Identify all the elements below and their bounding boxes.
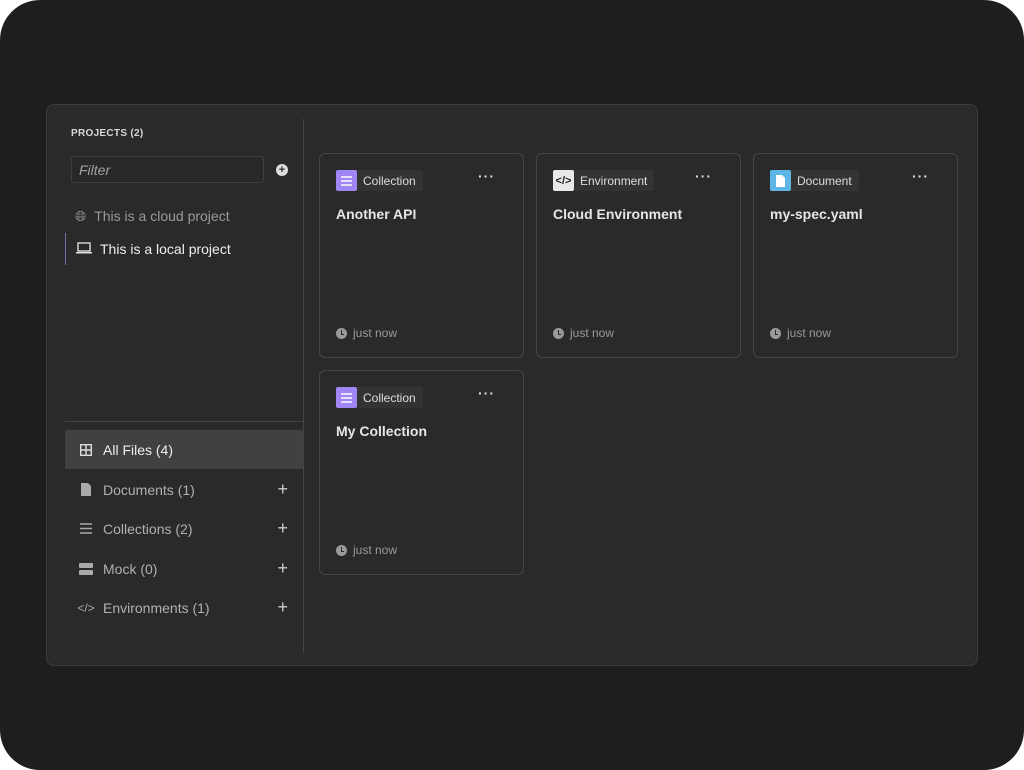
modified-time: just now [770,326,831,340]
nav-label: All Files (4) [103,441,174,458]
filter-input[interactable] [71,156,264,183]
clock-icon [770,327,781,339]
nav-mock[interactable]: Mock (0) + [65,549,304,588]
project-item-local[interactable]: This is a local project [65,233,303,265]
project-item-cloud[interactable]: 🌐︎ This is a cloud project [65,200,303,232]
type-label: Document [797,173,852,188]
card-title: My Collection [336,423,428,439]
more-options-button[interactable]: ··· [478,168,495,184]
time-label: just now [353,326,398,340]
document-icon [79,483,93,496]
time-label: just now [570,326,615,340]
type-badge: Collection [336,387,423,408]
list-icon [79,523,93,534]
type-label: Collection [363,390,416,405]
add-document-button[interactable]: + [277,479,288,500]
modified-time: just now [336,326,397,340]
more-options-button[interactable]: ··· [695,168,712,184]
add-mock-button[interactable]: + [277,558,288,579]
nav-label: Documents (1) [103,481,195,498]
server-icon [79,562,93,575]
divider [65,421,304,422]
add-collection-button[interactable]: + [277,518,288,539]
modified-time: just now [553,326,614,340]
file-card[interactable]: Collection ··· My Collection just now [319,370,524,575]
nav-documents[interactable]: Documents (1) + [65,470,304,509]
time-label: just now [787,326,832,340]
sidebar-divider[interactable] [303,119,304,653]
document-icon [770,170,791,191]
clock-icon [553,327,564,339]
collection-icon [336,170,357,191]
card-title: Cloud Environment [553,206,683,222]
more-options-button[interactable]: ··· [912,168,929,184]
nav-all-files[interactable]: All Files (4) [65,430,304,469]
more-options-button[interactable]: ··· [478,385,495,401]
nav-label: Environments (1) [103,599,210,616]
globe-icon: 🌐︎ [75,207,87,224]
add-project-button[interactable]: + [276,164,288,176]
type-label: Environment [580,173,648,188]
type-label: Collection [363,173,416,188]
nav-environments[interactable]: </> Environments (1) + [65,588,304,627]
type-badge: Document [770,170,859,191]
add-environment-button[interactable]: + [277,597,288,618]
file-card[interactable]: </> Environment ··· Cloud Environment jus… [536,153,741,358]
collection-icon [336,387,357,408]
clock-icon [336,544,347,556]
file-card[interactable]: Document ··· my-spec.yaml just now [753,153,958,358]
nav-label: Mock (0) [103,560,158,577]
projects-title: PROJECTS (2) [71,128,144,139]
code-icon: </> [77,600,95,615]
modified-time: just now [336,543,397,557]
type-badge: Collection [336,170,423,191]
card-title: Another API [336,206,417,222]
project-label: This is a local project [100,241,231,257]
app-window: PROJECTS (2) + 🌐︎ This is a cloud projec… [46,104,978,666]
project-label: This is a cloud project [94,208,230,224]
nav-label: Collections (2) [103,520,193,537]
laptop-icon [76,241,92,257]
grid-icon [79,443,93,456]
sidebar: PROJECTS (2) + 🌐︎ This is a cloud projec… [47,105,304,665]
nav-collections[interactable]: Collections (2) + [65,509,304,548]
device-frame: PROJECTS (2) + 🌐︎ This is a cloud projec… [0,0,1024,770]
code-icon: </> [553,170,574,191]
file-card[interactable]: Collection ··· Another API just now [319,153,524,358]
clock-icon [336,327,347,339]
type-badge: </> Environment [553,170,655,191]
card-title: my-spec.yaml [770,206,863,222]
time-label: just now [353,543,398,557]
